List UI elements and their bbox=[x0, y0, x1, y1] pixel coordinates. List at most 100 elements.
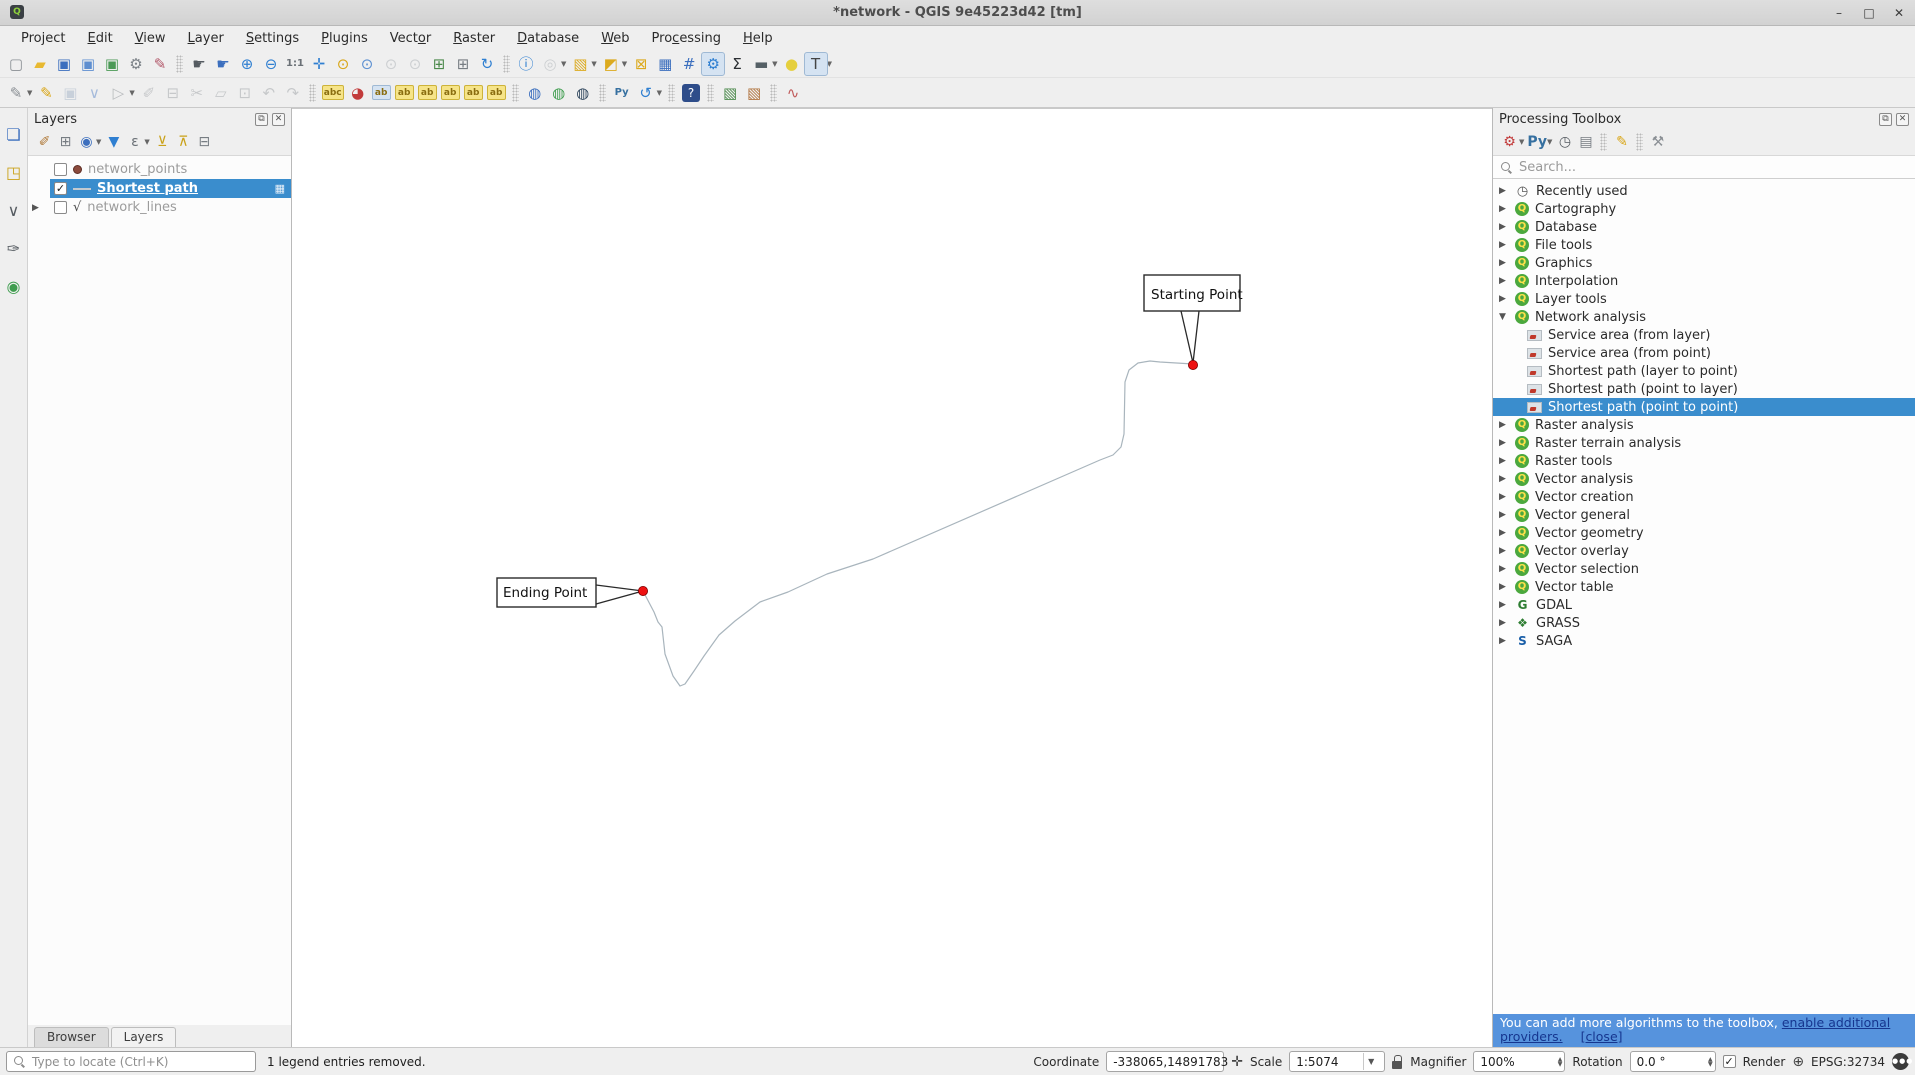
magnifier-spinner[interactable]: 100% ▲▼ bbox=[1473, 1051, 1565, 1072]
chevron-right-icon[interactable]: ▶ bbox=[1499, 546, 1509, 556]
processing-toolbox-icon[interactable]: ⚙ bbox=[701, 52, 725, 76]
select-by-value-icon[interactable]: ◩ bbox=[599, 52, 623, 76]
tree-item-database[interactable]: ▶QDatabase bbox=[1493, 218, 1915, 236]
chevron-right-icon[interactable]: ▶ bbox=[1499, 492, 1509, 502]
chevron-right-icon[interactable]: ▶ bbox=[1499, 186, 1509, 196]
menu-web[interactable]: Web bbox=[590, 29, 640, 48]
measure-icon[interactable]: ▬ bbox=[749, 52, 773, 76]
zoom-out-icon[interactable]: ⊖ bbox=[259, 52, 283, 76]
remove-layer-icon[interactable]: ⊟ bbox=[194, 131, 215, 152]
chevron-right-icon[interactable]: ▶ bbox=[1499, 456, 1509, 466]
spinner-arrows-icon[interactable]: ▲▼ bbox=[1558, 1057, 1563, 1067]
zoom-to-layer-icon[interactable]: ⊙ bbox=[355, 52, 379, 76]
filter-by-expression-icon[interactable]: ε bbox=[124, 131, 145, 152]
tab-layers[interactable]: Layers bbox=[111, 1027, 177, 1047]
menu-edit[interactable]: Edit bbox=[77, 29, 124, 48]
deselect-features-icon[interactable]: ⊠ bbox=[629, 52, 653, 76]
spinner-arrows-icon[interactable]: ▲▼ bbox=[1708, 1057, 1713, 1067]
messages-icon[interactable]: ●●● bbox=[1892, 1053, 1909, 1070]
annotations-panel-icon[interactable]: ✑ bbox=[2, 236, 26, 260]
tree-item-raster-terrain-analysis[interactable]: ▶QRaster terrain analysis bbox=[1493, 434, 1915, 452]
gps-panel-icon[interactable]: ◉ bbox=[2, 274, 26, 298]
chevron-right-icon[interactable]: ▶ bbox=[1499, 204, 1509, 214]
menu-database[interactable]: Database bbox=[506, 29, 590, 48]
menu-processing[interactable]: Processing bbox=[641, 29, 732, 48]
chevron-right-icon[interactable]: ▶ bbox=[1499, 258, 1509, 268]
current-edits-icon[interactable]: ✎ bbox=[4, 81, 28, 105]
crs-globe-icon[interactable]: ⊕ bbox=[1792, 1054, 1804, 1070]
help-contents-icon[interactable]: ? bbox=[682, 84, 700, 102]
map-tips-icon[interactable]: ● bbox=[780, 52, 804, 76]
open-project-icon[interactable]: ▰ bbox=[28, 52, 52, 76]
memory-layer-indicator-icon[interactable]: ▦ bbox=[275, 182, 285, 195]
zoom-to-selection-icon[interactable]: ⊙ bbox=[331, 52, 355, 76]
layer-item-Shortest path[interactable]: ✓Shortest path▦ bbox=[28, 179, 291, 198]
style-manager-icon[interactable]: ✎ bbox=[148, 52, 172, 76]
chevron-right-icon[interactable]: ▶ bbox=[32, 203, 39, 213]
manage-map-themes-icon[interactable]: ◉ bbox=[76, 131, 97, 152]
change-label-icon[interactable]: ab bbox=[487, 85, 506, 100]
new-project-icon[interactable]: ▢ bbox=[4, 52, 28, 76]
tree-item-vector-geometry[interactable]: ▶QVector geometry bbox=[1493, 524, 1915, 542]
options-icon[interactable]: ⚒ bbox=[1647, 131, 1668, 152]
zoom-in-icon[interactable]: ⊕ bbox=[235, 52, 259, 76]
python-scripts-icon[interactable]: Py bbox=[1526, 131, 1548, 152]
tree-item-grass[interactable]: ▶❖GRASS bbox=[1493, 614, 1915, 632]
refresh-icon[interactable]: ↻ bbox=[475, 52, 499, 76]
zoom-native-icon[interactable]: 1:1 bbox=[283, 52, 307, 76]
chevron-right-icon[interactable]: ▶ bbox=[1499, 294, 1509, 304]
pin-unpin-labels-icon[interactable]: ab bbox=[395, 85, 414, 100]
identify-features-icon[interactable]: ⓘ bbox=[514, 52, 538, 76]
lock-scale-icon[interactable] bbox=[1392, 1055, 1403, 1069]
layer-visibility-checkbox[interactable]: ✓ bbox=[54, 182, 67, 195]
chevron-right-icon[interactable]: ▶ bbox=[1499, 222, 1509, 232]
layer-visibility-checkbox[interactable] bbox=[54, 163, 67, 176]
tab-browser[interactable]: Browser bbox=[34, 1027, 109, 1047]
save-project-as-icon[interactable]: ▣ bbox=[76, 52, 100, 76]
tree-item-vector-overlay[interactable]: ▶QVector overlay bbox=[1493, 542, 1915, 560]
tree-item-vector-table[interactable]: ▶QVector table bbox=[1493, 578, 1915, 596]
tree-item-raster-analysis[interactable]: ▶QRaster analysis bbox=[1493, 416, 1915, 434]
save-as-template-icon[interactable]: ▣ bbox=[100, 52, 124, 76]
layer-styling-panel-icon[interactable]: ❏ bbox=[2, 122, 26, 146]
start-point-marker[interactable] bbox=[1188, 360, 1197, 369]
layer-item-network_lines[interactable]: ▶√network_lines bbox=[28, 198, 291, 217]
menu-plugins[interactable]: Plugins bbox=[310, 29, 379, 48]
layers-float-icon[interactable]: ⧉ bbox=[255, 113, 268, 126]
minimize-button[interactable]: – bbox=[1831, 6, 1847, 20]
locator-search-input[interactable]: Type to locate (Ctrl+K) bbox=[6, 1051, 256, 1072]
results-viewer-icon[interactable]: ▤ bbox=[1575, 131, 1596, 152]
tree-item-saga[interactable]: ▶SSAGA bbox=[1493, 632, 1915, 650]
processing-close-icon[interactable]: ✕ bbox=[1896, 113, 1909, 126]
statistics-icon[interactable]: Σ bbox=[725, 52, 749, 76]
chevron-right-icon[interactable]: ▶ bbox=[1499, 438, 1509, 448]
pan-to-selection-icon[interactable]: ☛ bbox=[211, 52, 235, 76]
chevron-down-icon[interactable]: ▼ bbox=[1499, 312, 1509, 322]
tree-item-vector-selection[interactable]: ▶QVector selection bbox=[1493, 560, 1915, 578]
menu-raster[interactable]: Raster bbox=[442, 29, 506, 48]
chevron-down-icon[interactable]: ▼ bbox=[591, 60, 596, 68]
chevron-right-icon[interactable]: ▶ bbox=[1499, 564, 1509, 574]
rotate-label-icon[interactable]: ab bbox=[464, 85, 483, 100]
layer-diagram-icon[interactable]: ◕ bbox=[346, 81, 370, 105]
edit-features-in-place-icon[interactable]: ✎ bbox=[1611, 131, 1632, 152]
tree-item-file-tools[interactable]: ▶QFile tools bbox=[1493, 236, 1915, 254]
field-calculator-icon[interactable]: # bbox=[677, 52, 701, 76]
chevron-right-icon[interactable]: ▶ bbox=[1499, 600, 1509, 610]
filter-legend-icon[interactable]: ▼ bbox=[103, 131, 124, 152]
close-notification-link[interactable]: [close] bbox=[1581, 1029, 1623, 1044]
select-features-icon[interactable]: ▧ bbox=[568, 52, 592, 76]
toggle-editing-icon[interactable]: ✎ bbox=[34, 81, 58, 105]
georeferencer-icon[interactable]: ▧ bbox=[718, 81, 742, 105]
chevron-right-icon[interactable]: ▶ bbox=[1499, 474, 1509, 484]
project-properties-icon[interactable]: ⚙ bbox=[124, 52, 148, 76]
move-label-icon[interactable]: ab bbox=[441, 85, 460, 100]
layer-row-body[interactable]: network_points bbox=[50, 160, 291, 179]
collapse-all-icon[interactable]: ⊼ bbox=[173, 131, 194, 152]
tree-item-service-area-from-point-[interactable]: Service area (from point) bbox=[1493, 344, 1915, 362]
menu-project[interactable]: Project bbox=[10, 29, 77, 48]
zoom-full-icon[interactable]: ✛ bbox=[307, 52, 331, 76]
map-canvas[interactable]: Starting PointEnding Point bbox=[292, 108, 1492, 1047]
expand-all-icon[interactable]: ⊻ bbox=[152, 131, 173, 152]
tree-item-shortest-path-layer-to-point-[interactable]: Shortest path (layer to point) bbox=[1493, 362, 1915, 380]
